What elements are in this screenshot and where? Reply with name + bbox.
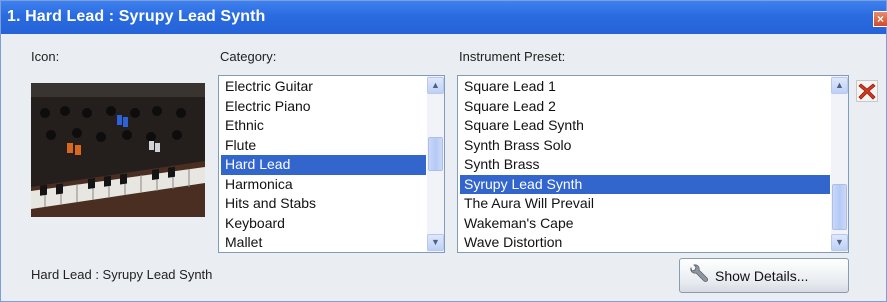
category-scroll-thumb[interactable]	[428, 137, 443, 171]
category-listbox[interactable]: Electric Guitar Electric Piano Ethnic Flute…	[218, 75, 445, 253]
wrench-icon	[690, 264, 708, 282]
preset-list-item[interactable]: Square Lead 2	[460, 97, 830, 117]
chevron-down-icon[interactable]: ▼	[427, 234, 444, 251]
delete-preset-button[interactable]	[856, 80, 878, 102]
current-instrument-text: Hard Lead : Syrupy Lead Synth	[31, 267, 213, 282]
close-icon[interactable]: ×	[873, 11, 887, 27]
category-list-item[interactable]: Flute	[221, 136, 426, 156]
chevron-up-icon[interactable]: ▲	[427, 77, 444, 94]
category-list-item[interactable]: Mallet	[221, 233, 426, 252]
category-list-item[interactable]: Hits and Stabs	[221, 194, 426, 214]
preset-scroll-thumb[interactable]	[832, 184, 847, 230]
category-list-item[interactable]: Electric Piano	[221, 97, 426, 117]
category-label: Category:	[220, 49, 277, 64]
preset-scrollbar[interactable]: ▲ ▼	[831, 76, 848, 252]
preset-list-item[interactable]: Synth Brass	[460, 155, 830, 175]
window-title: 1. Hard Lead : Syrupy Lead Synth	[7, 8, 266, 25]
show-details-label: Show Details...	[715, 268, 809, 284]
category-list-item[interactable]: Hard Lead	[221, 155, 426, 175]
instrument-dialog: 1. Hard Lead : Syrupy Lead Synth × Icon:…	[0, 0, 887, 302]
chevron-down-icon[interactable]: ▼	[831, 234, 848, 251]
preset-items: Square Lead 1 Square Lead 2 Square Lead Sy…	[460, 77, 830, 252]
show-details-button[interactable]: Show Details...	[679, 258, 849, 293]
instrument-icon-image	[31, 83, 205, 217]
preset-listbox[interactable]: Square Lead 1 Square Lead 2 Square Lead Sy…	[457, 75, 849, 253]
preset-list-item[interactable]: Wave Distortion	[460, 233, 830, 252]
category-list-item[interactable]: Electric Guitar	[221, 77, 426, 97]
preset-list-item[interactable]: The Aura Will Prevail	[460, 194, 830, 214]
preset-list-item[interactable]: Synth Brass Solo	[460, 136, 830, 156]
title-bar[interactable]: 1. Hard Lead : Syrupy Lead Synth ×	[1, 1, 887, 34]
chevron-up-icon[interactable]: ▲	[831, 77, 848, 94]
category-scrollbar[interactable]: ▲ ▼	[427, 76, 444, 252]
preset-list-item[interactable]: Square Lead 1	[460, 77, 830, 97]
delete-icon	[858, 83, 876, 100]
synthesizer-icon	[31, 83, 205, 217]
icon-label: Icon:	[31, 49, 60, 64]
preset-label: Instrument Preset:	[459, 49, 566, 64]
category-items: Electric Guitar Electric Piano Ethnic Flute…	[221, 77, 426, 252]
preset-list-item[interactable]: Syrupy Lead Synth	[460, 174, 830, 194]
category-list-item[interactable]: Ethnic	[221, 116, 426, 136]
category-list-item[interactable]: Harmonica	[221, 175, 426, 195]
preset-list-item[interactable]: Wakeman's Cape	[460, 214, 830, 234]
preset-list-item[interactable]: Square Lead Synth	[460, 116, 830, 136]
category-list-item[interactable]: Keyboard	[221, 214, 426, 234]
